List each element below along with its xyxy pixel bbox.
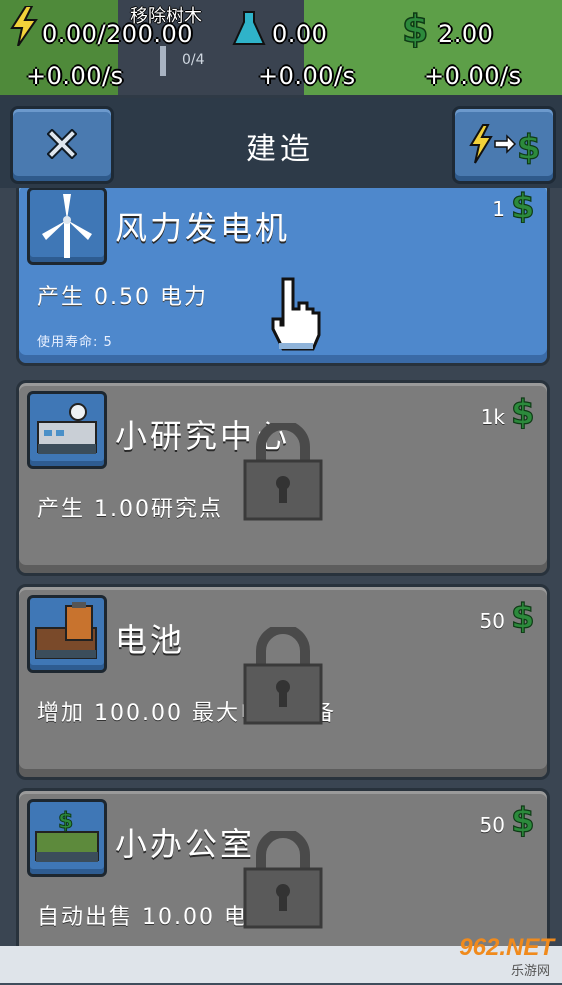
money-icon: $: [510, 597, 535, 633]
wind-turbine-thumbnail: [27, 188, 107, 265]
building-name: 电池: [115, 621, 186, 659]
research-rate: +0.00/s: [258, 62, 356, 90]
office-icon: $: [35, 809, 99, 862]
svg-text:$: $: [511, 188, 535, 223]
energy-to-money-icon: $: [469, 124, 541, 165]
building-card-research-center[interactable]: 小研究中心 1k $ 产生 1.00研究点: [16, 380, 550, 576]
svg-text:$: $: [511, 801, 535, 837]
building-description: 产生 1.00研究点: [37, 497, 223, 522]
building-cost: 1k: [480, 405, 505, 429]
lock-icon: [243, 627, 323, 725]
watermark-logo: 962.NET 乐游网: [424, 930, 554, 980]
building-cost: 50: [479, 609, 505, 633]
sell-energy-button[interactable]: $: [452, 106, 556, 184]
building-description: 产生 0.50 电力: [37, 285, 208, 310]
building-cost: 50: [479, 813, 505, 837]
close-icon: [47, 129, 77, 159]
energy-icon: [10, 6, 38, 46]
money-icon: $: [510, 801, 535, 837]
money-rate: +0.00/s: [424, 62, 522, 90]
research-value: 0.00: [272, 20, 328, 48]
svg-text:$: $: [511, 393, 535, 429]
building-cost: 1: [492, 197, 505, 221]
building-lifespan: 使用寿命: 5: [37, 335, 113, 350]
svg-text:$: $: [58, 809, 73, 834]
remove-trees-count: 0/4: [182, 52, 205, 68]
tree-sign: [160, 46, 166, 76]
energy-rate: +0.00/s: [26, 62, 124, 90]
svg-text:$: $: [517, 128, 541, 165]
building-list[interactable]: 风力发电机 1 $ 产生 0.50 电力 使用寿命: 5 小研究中心 1k $ …: [0, 188, 562, 948]
building-name: 小办公室: [115, 825, 256, 863]
battery-icon: [35, 602, 97, 659]
money-value: 2.00: [438, 20, 494, 48]
building-name: 风力发电机: [115, 209, 291, 247]
building-card-wind-turbine[interactable]: 风力发电机 1 $ 产生 0.50 电力 使用寿命: 5: [16, 188, 550, 366]
wind-turbine-icon: [42, 194, 92, 258]
office-thumbnail: $: [27, 799, 107, 877]
building-card-office[interactable]: $ 小办公室 50 $ 自动出售 10.00 电力: [16, 788, 550, 948]
building-description: 自动出售 10.00 电力: [37, 905, 272, 930]
watermark-line2: 乐游网: [510, 964, 550, 979]
watermark-line1: 962.NET: [459, 934, 554, 961]
research-flask-icon: [232, 11, 266, 45]
money-icon: $: [510, 393, 535, 429]
money-icon: $: [510, 188, 535, 223]
close-button[interactable]: [10, 106, 114, 184]
battery-thumbnail: [27, 595, 107, 673]
pointer-hand-icon: [271, 277, 321, 351]
building-card-battery[interactable]: 电池 50 $ 增加 100.00 最大电量储备: [16, 584, 550, 780]
research-center-thumbnail: [27, 391, 107, 469]
lock-icon: [243, 423, 323, 521]
svg-text:$: $: [402, 8, 428, 48]
svg-text:$: $: [511, 597, 535, 633]
panel-title: 建造: [246, 132, 314, 167]
lock-icon: [243, 831, 323, 929]
research-center-icon: [37, 403, 97, 454]
energy-value: 0.00/200.00: [42, 20, 193, 48]
money-icon: $: [401, 8, 429, 48]
